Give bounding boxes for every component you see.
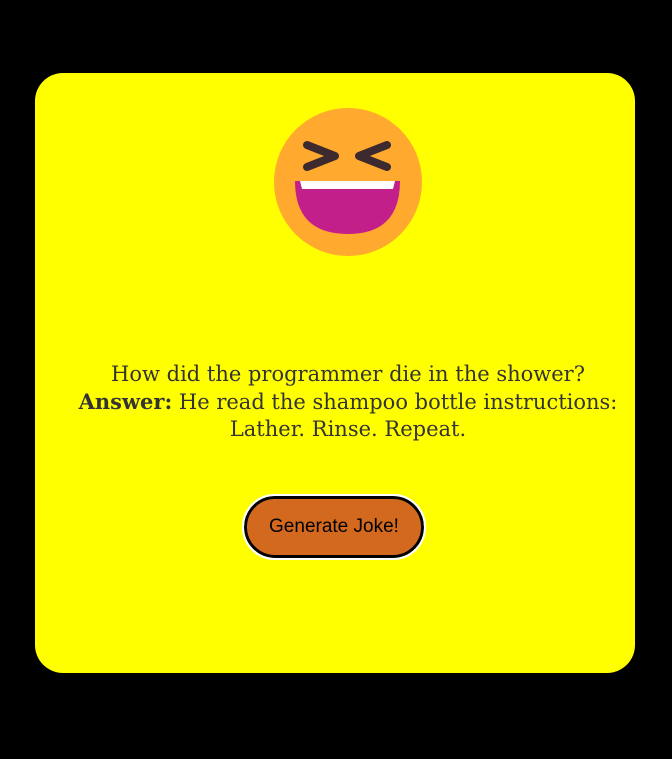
joke-card: How did the programmer die in the shower… xyxy=(35,73,635,673)
emoji-teeth xyxy=(300,181,395,189)
answer-label: Answer: xyxy=(78,389,173,414)
joke-answer: Answer: He read the shampoo bottle instr… xyxy=(55,388,641,443)
joke-question: How did the programmer die in the shower… xyxy=(111,362,585,386)
joke-text: How did the programmer die in the shower… xyxy=(55,361,641,443)
generate-joke-button[interactable]: Generate Joke! xyxy=(242,494,426,560)
answer-text: He read the shampoo bottle instructions:… xyxy=(172,390,618,441)
grinning-squinting-face-icon xyxy=(274,108,422,256)
